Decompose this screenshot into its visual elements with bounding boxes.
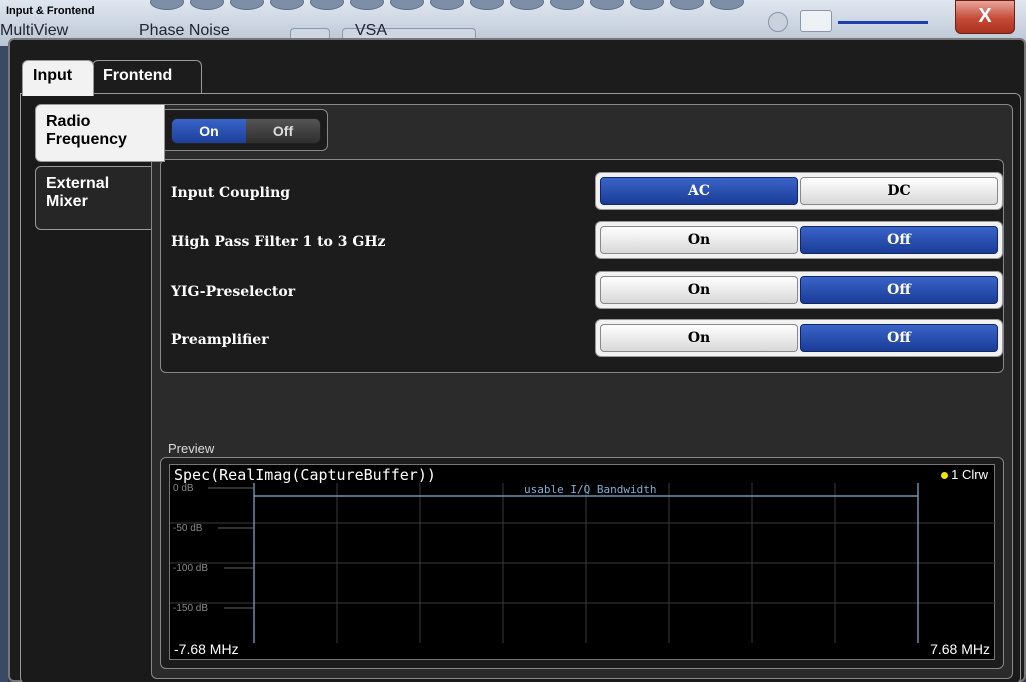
- background-tab-cap: [510, 0, 544, 10]
- preamplifier-off-button[interactable]: Off: [800, 324, 998, 352]
- background-tab-cap: [350, 0, 384, 10]
- background-tab-cap: [270, 0, 304, 10]
- transparency-slider[interactable]: [768, 2, 943, 32]
- background-tab-cap: [550, 0, 584, 10]
- y-tick-label: -50 dB: [173, 523, 203, 534]
- preamplifier-on-button[interactable]: On: [600, 324, 798, 352]
- rf-off-button[interactable]: Off: [246, 119, 320, 143]
- slider-track[interactable]: [838, 21, 928, 24]
- input-coupling-ac-button[interactable]: AC: [600, 177, 798, 205]
- high-pass-filter-off-button[interactable]: Off: [800, 226, 998, 254]
- radio-frequency-panel: On Off Input Coupling AC DC High Pass Fi…: [151, 104, 1013, 679]
- high-pass-filter-label: High Pass Filter 1 to 3 GHz: [171, 234, 386, 250]
- background-tab-cap: [390, 0, 424, 10]
- yig-preselector-on-button[interactable]: On: [600, 276, 798, 304]
- side-tab-label: Radio: [46, 113, 91, 130]
- preview-plot: 0 dB -50 dB -100 dB -150 dB usable I/Q B…: [169, 464, 996, 660]
- window-title: Input & Frontend: [6, 5, 95, 17]
- background-tab-cap: [430, 0, 464, 10]
- y-tick-labels: 0 dB -50 dB -100 dB -150 dB: [173, 483, 208, 614]
- background-tab-cap: [470, 0, 504, 10]
- background-tab-cap: [310, 0, 344, 10]
- side-tab-radio-frequency[interactable]: Radio Frequency: [35, 104, 165, 162]
- background-tab-cap: [150, 0, 184, 10]
- plot-legend: 1 Clrw: [941, 467, 988, 482]
- background-tab-cap: [190, 0, 224, 10]
- y-tick-label: -100 dB: [173, 563, 208, 574]
- preamplifier-selector[interactable]: On Off: [595, 319, 1003, 357]
- plot-grid: [170, 483, 996, 643]
- input-coupling-selector[interactable]: AC DC: [595, 172, 1003, 210]
- tab-frontend[interactable]: Frontend: [92, 60, 202, 94]
- preamplifier-label: Preamplifier: [171, 332, 269, 348]
- input-frontend-dialog: Input Frontend Radio Frequency External …: [8, 38, 1026, 682]
- tab-body: Radio Frequency External Mixer On Off In…: [20, 93, 1021, 682]
- legend-text: 1 Clrw: [951, 467, 988, 482]
- side-tab-external-mixer[interactable]: External Mixer: [35, 166, 161, 230]
- background-tab-cap: [230, 0, 264, 10]
- input-coupling-dc-button[interactable]: DC: [800, 177, 998, 205]
- x-min-label: -7.68 MHz: [174, 641, 239, 657]
- slider-icon: [768, 12, 788, 32]
- y-tick-label: 0 dB: [173, 483, 194, 494]
- side-tab-label: Mixer: [46, 193, 88, 210]
- close-button[interactable]: X: [955, 0, 1015, 34]
- rf-toggle-box: On Off: [160, 109, 328, 151]
- settings-group: Input Coupling AC DC High Pass Filter 1 …: [160, 159, 1004, 373]
- x-max-label: 7.68 MHz: [930, 641, 990, 657]
- high-pass-filter-selector[interactable]: On Off: [595, 221, 1003, 259]
- usable-bandwidth-label: usable I/Q Bandwidth: [524, 483, 656, 496]
- slider-thumb[interactable]: [800, 10, 832, 32]
- y-tick-label: -150 dB: [173, 603, 208, 614]
- background-tab-cap: [710, 0, 744, 10]
- background-left-edge: [0, 46, 8, 682]
- preview-label: Preview: [168, 441, 215, 456]
- preview-box: 0 dB -50 dB -100 dB -150 dB usable I/Q B…: [160, 457, 1004, 669]
- yig-preselector-label: YIG-Preselector: [171, 284, 296, 300]
- tab-input[interactable]: Input: [22, 60, 94, 96]
- y-tick-stubs: [208, 487, 254, 609]
- background-tab-cap: [590, 0, 624, 10]
- side-tab-label: External: [46, 175, 110, 192]
- plot-title: Spec(RealImag(CaptureBuffer)): [174, 466, 436, 484]
- background-tab-cap: [670, 0, 704, 10]
- yig-preselector-off-button[interactable]: Off: [800, 276, 998, 304]
- side-tab-label: Frequency: [46, 131, 127, 148]
- trace-1-dot-icon: [941, 472, 949, 480]
- rf-on-off-toggle[interactable]: On Off: [171, 118, 321, 144]
- input-coupling-label: Input Coupling: [171, 185, 291, 201]
- preview-plot-svg: 0 dB -50 dB -100 dB -150 dB usable I/Q B…: [170, 483, 996, 643]
- rf-on-button[interactable]: On: [172, 119, 246, 143]
- high-pass-filter-on-button[interactable]: On: [600, 226, 798, 254]
- background-tab-cap: [630, 0, 664, 10]
- yig-preselector-selector[interactable]: On Off: [595, 271, 1003, 309]
